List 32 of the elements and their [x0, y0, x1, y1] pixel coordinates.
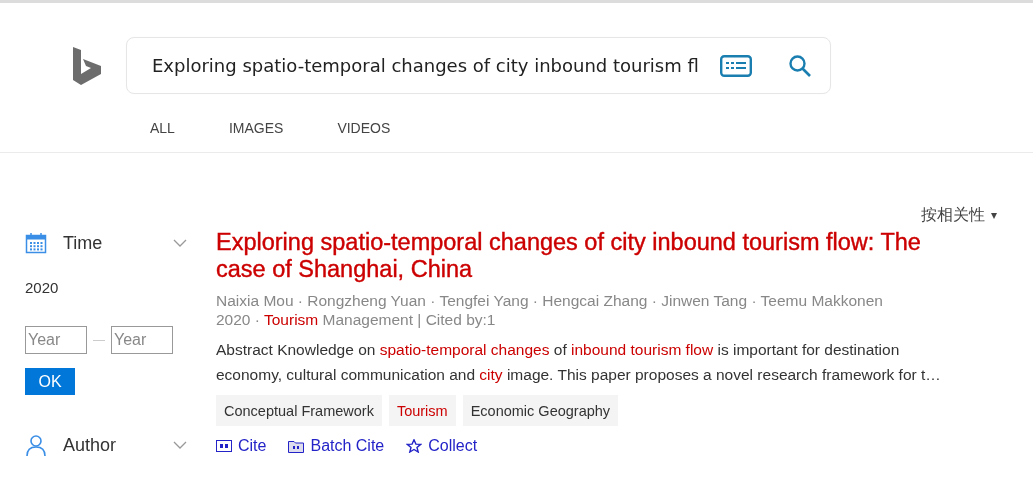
keyword-tag[interactable]: Economic Geography — [462, 395, 619, 426]
action-link[interactable]: Collect — [406, 437, 478, 455]
nav-tab[interactable]: IMAGES — [228, 120, 284, 136]
action-link[interactable]: Batch Cite — [288, 437, 385, 455]
nav-tab[interactable]: VIDEOS — [337, 120, 391, 136]
nav-tab[interactable]: ALL — [150, 120, 175, 136]
keyword-tag[interactable]: Conceptual Framework — [216, 395, 382, 426]
year-field[interactable]: Year — [111, 326, 173, 354]
filter-label: Time — [63, 232, 104, 254]
chevron-down-icon[interactable] — [173, 440, 187, 450]
search-bar[interactable]: Exploring spatio-temporal changes of city inbound tourism fl — [126, 37, 831, 94]
folder-icon — [288, 439, 305, 453]
keyboard-icon[interactable] — [720, 54, 752, 77]
ok-button[interactable]: OK — [25, 368, 75, 395]
result-venue: 2020 · Tourism Management | Cited by:1 — [216, 310, 497, 329]
result-abstract: Abstract Knowledge on spatio-temporal changes of inbound tourism flow is important for destination economy, cultural communication and city image. This paper proposes a novel research framework for t… — [216, 340, 942, 385]
search-icon[interactable] — [788, 53, 812, 78]
filter-value: 2020 — [25, 279, 60, 296]
action-link[interactable]: Cite — [216, 437, 267, 455]
chevron-down-icon[interactable] — [173, 238, 187, 248]
quote-icon — [216, 439, 232, 453]
logo-icon[interactable] — [73, 46, 101, 85]
person-icon — [25, 434, 47, 456]
result-title-link[interactable]: Exploring spatio-temporal changes of city inbound tourism flow: The case of Shanghai, China — [216, 229, 976, 283]
result-authors: Naixia Mou · Rongzheng Yuan · Tengfei Yang · Hengcai Zhang · Jinwen Tang · Teemu Makkonen — [216, 291, 884, 310]
filter-label: Author — [63, 434, 118, 456]
calendar-icon — [25, 232, 47, 254]
year-field[interactable]: Year — [25, 326, 87, 354]
keyword-tag[interactable]: Tourism — [388, 395, 456, 426]
sort-dropdown[interactable]: 按相关性 ▾ — [920, 203, 997, 227]
search-field[interactable]: Exploring spatio-temporal changes of city inbound tourism fl — [152, 55, 710, 76]
star-icon — [406, 439, 423, 453]
